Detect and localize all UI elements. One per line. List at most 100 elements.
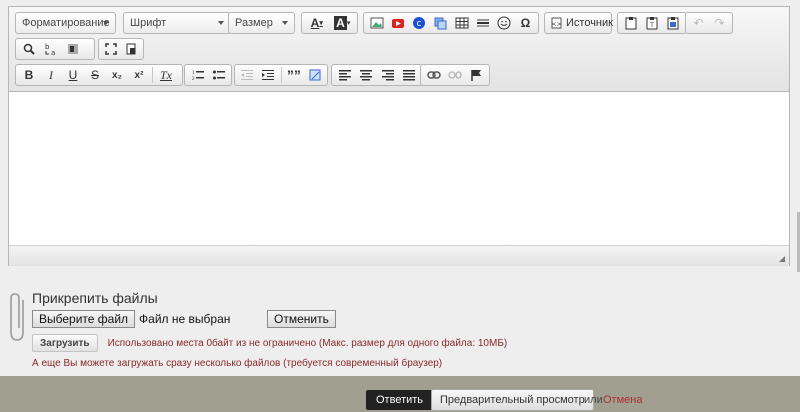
special-char-button[interactable]: Ω — [515, 13, 536, 33]
clipboard-text-icon: T — [646, 17, 658, 30]
paperclip-icon — [10, 293, 24, 341]
table-button[interactable] — [451, 13, 472, 33]
smiley-button[interactable] — [494, 13, 515, 33]
svg-text:<>: <> — [551, 21, 561, 28]
unlink-button[interactable] — [444, 65, 465, 85]
cancel-attachment-button[interactable]: Отменить — [267, 310, 336, 328]
resize-handle-icon[interactable] — [779, 256, 785, 262]
strike-button[interactable]: S — [84, 65, 106, 85]
svg-text:T: T — [649, 22, 654, 29]
bulleted-list-icon — [212, 70, 225, 80]
bold-button[interactable]: B — [18, 65, 40, 85]
paste-button[interactable] — [620, 13, 641, 33]
choose-file-button[interactable]: Выберите файл — [32, 310, 136, 328]
image-button[interactable] — [366, 13, 387, 33]
justify-icon — [403, 70, 416, 81]
editor-content[interactable] — [9, 92, 789, 244]
show-blocks-button[interactable] — [121, 39, 141, 59]
svg-text:1: 1 — [192, 70, 195, 75]
numbered-list-icon: 12 — [192, 70, 204, 81]
editor-bottom-bar — [9, 245, 789, 266]
background-color-button[interactable]: A ▾ — [330, 13, 356, 33]
bold-icon: B — [24, 68, 34, 82]
format-dropdown[interactable]: Форматирование — [15, 12, 116, 34]
outdent-icon — [241, 70, 254, 80]
no-file-selected-text: Файл не выбран — [139, 312, 231, 326]
editor-toolbar: Форматирование Шрифт Размер A ▾ A ▾ c Ω … — [9, 7, 789, 92]
separator — [152, 67, 153, 83]
cancel-link[interactable]: Отмена — [603, 394, 642, 406]
clipboard-icon — [625, 17, 637, 30]
bulleted-list-button[interactable] — [208, 65, 229, 85]
chevron-down-icon — [218, 21, 224, 25]
flag-icon — [471, 70, 482, 81]
upload-button[interactable]: Загрузить — [32, 334, 98, 352]
maximize-icon — [105, 43, 117, 55]
image-icon — [370, 17, 384, 29]
redo-button[interactable]: ↷ — [709, 13, 730, 33]
color-group: A ▾ A ▾ — [301, 12, 358, 34]
replace-icon: ba — [45, 43, 55, 56]
italic-icon: I — [49, 67, 53, 82]
italic-button[interactable]: I — [40, 65, 62, 85]
unlink-icon — [448, 71, 462, 79]
quote-icon: ”” — [286, 67, 301, 83]
chevron-down-icon — [103, 21, 109, 25]
superscript-button[interactable]: x² — [128, 65, 150, 85]
preview-button[interactable]: Предварительный просмотр — [431, 389, 594, 411]
or-text: или — [584, 394, 603, 406]
remove-format-button[interactable]: Tx — [155, 65, 177, 85]
find-button[interactable] — [18, 39, 40, 59]
blockquote-button[interactable]: ”” — [283, 65, 304, 85]
copyright-icon: c — [413, 17, 426, 29]
justify-button[interactable] — [399, 65, 421, 85]
svg-text:a: a — [51, 49, 55, 56]
multi-upload-note: А еще Вы можете загружать сразу нескольк… — [32, 358, 443, 369]
source-label: Источник — [566, 17, 613, 29]
indent-button[interactable] — [258, 65, 279, 85]
undo-button[interactable]: ↶ — [688, 13, 709, 33]
replace-button[interactable]: ba — [40, 39, 62, 59]
align-left-button[interactable] — [334, 65, 356, 85]
paste-word-button[interactable] — [663, 13, 684, 33]
basic-styles-group: B I U S x₂ x² Tx — [15, 64, 183, 86]
source-button[interactable]: <> Источник — [547, 13, 613, 33]
underline-button[interactable]: U — [62, 65, 84, 85]
text-color-button[interactable]: A ▾ — [304, 13, 330, 33]
align-right-button[interactable] — [377, 65, 399, 85]
redo-icon: ↷ — [714, 16, 725, 30]
link-button[interactable] — [423, 65, 444, 85]
anchor-button[interactable] — [466, 65, 487, 85]
horizontal-rule-button[interactable] — [472, 13, 493, 33]
layers-icon — [434, 17, 447, 30]
font-dropdown[interactable]: Шрифт — [123, 12, 231, 34]
outdent-button[interactable] — [237, 65, 258, 85]
size-dropdown[interactable]: Размер — [228, 12, 295, 34]
clipboard-word-icon — [667, 17, 679, 30]
select-all-button[interactable] — [62, 39, 84, 59]
svg-text:b: b — [45, 43, 50, 51]
file-input-row: Выберите файл Файл не выбран Отменить — [32, 310, 336, 328]
find-group: ba — [15, 38, 95, 60]
copyright-button[interactable]: c — [409, 13, 430, 33]
numbered-list-button[interactable]: 12 — [187, 65, 208, 85]
source-icon: <> — [551, 17, 562, 29]
create-div-button[interactable] — [304, 65, 325, 85]
flash-button[interactable] — [430, 13, 451, 33]
source-group: <> Источник — [544, 12, 613, 34]
undo-icon: ↶ — [693, 16, 704, 30]
font-dropdown-label: Шрифт — [130, 17, 167, 29]
table-icon — [455, 17, 469, 29]
maximize-button[interactable] — [101, 39, 121, 59]
reply-button[interactable]: Ответить — [366, 390, 434, 410]
insert-group: c Ω — [363, 12, 539, 34]
size-dropdown-label: Размер — [235, 17, 273, 29]
youtube-button[interactable] — [387, 13, 408, 33]
storage-usage-note: Использовано места 0байт из не ограничен… — [107, 337, 508, 349]
align-center-button[interactable] — [356, 65, 378, 85]
subscript-button[interactable]: x₂ — [106, 65, 128, 85]
paste-text-button[interactable]: T — [641, 13, 662, 33]
smiley-icon — [497, 16, 511, 30]
list-group: 12 — [184, 64, 232, 86]
svg-text:c: c — [417, 19, 422, 29]
